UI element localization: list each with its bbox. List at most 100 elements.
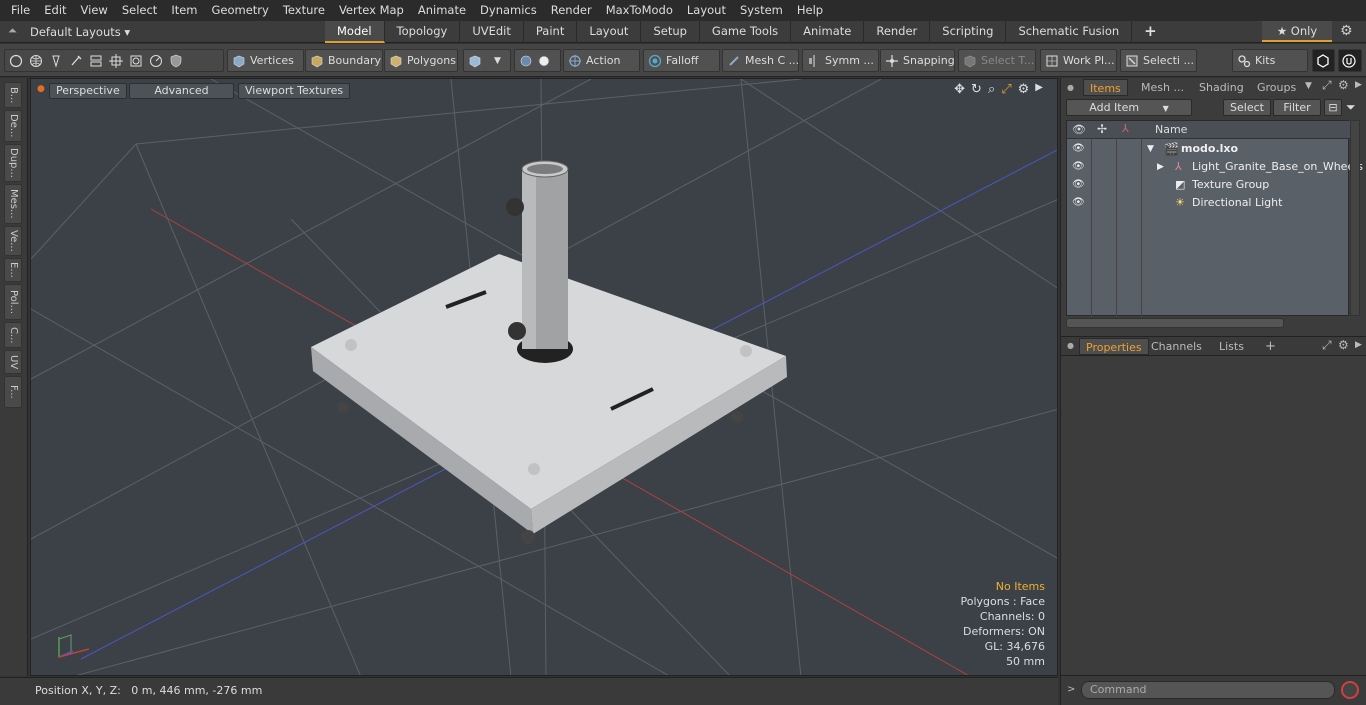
tab-items[interactable]: Items — [1083, 79, 1128, 96]
panel-expand-icon[interactable]: ⤢ — [1322, 78, 1332, 93]
action-center-button[interactable]: Action — [563, 49, 640, 72]
zoom-view-icon[interactable]: ⌕ — [988, 82, 995, 97]
tab-topology[interactable]: Topology — [385, 21, 461, 43]
only-toggle[interactable]: ★ Only — [1262, 21, 1332, 42]
selection-sets-button[interactable]: Selecti ... — [1120, 49, 1197, 72]
panel-expand-icon[interactable]: ⤢ — [1322, 338, 1332, 353]
list-item[interactable]: 👁 ☀ Directional Light — [1067, 194, 1350, 212]
menu-animate[interactable]: Animate — [411, 0, 473, 21]
tab-mesh[interactable]: Mesh ... — [1135, 79, 1190, 96]
menu-select[interactable]: Select — [115, 0, 164, 21]
tab-scripting[interactable]: Scripting — [930, 21, 1007, 43]
select-button[interactable]: Select — [1223, 99, 1271, 116]
tab-game-tools[interactable]: Game Tools — [700, 21, 792, 43]
panel-settings-icon[interactable]: ⚙ — [1338, 338, 1349, 352]
tab-uvedit[interactable]: UVEdit — [460, 21, 524, 43]
tab-lists[interactable]: Lists — [1213, 338, 1250, 355]
rotate-view-icon[interactable]: ↻ — [971, 82, 982, 97]
vtab-basic[interactable]: B... — [4, 82, 22, 108]
vtab-uv[interactable]: UV — [4, 350, 22, 374]
vertices-button[interactable]: Vertices — [227, 49, 304, 72]
select-through-button[interactable]: Select T... — [958, 49, 1036, 72]
boundary-button[interactable]: Boundary — [305, 49, 383, 72]
record-icon[interactable] — [1341, 681, 1359, 699]
item-mode-dropdown[interactable]: ▼ — [463, 49, 511, 72]
eye-icon[interactable]: 👁 — [1072, 194, 1085, 212]
vtab-deform[interactable]: De... — [4, 110, 22, 142]
menu-item[interactable]: Item — [164, 0, 204, 21]
vtab-polygon[interactable]: Pol... — [4, 284, 22, 320]
item-list-scrollbar[interactable] — [1066, 318, 1284, 328]
gear-icon[interactable]: ⚙ — [1340, 23, 1353, 39]
panel-settings-icon[interactable]: ⚙ — [1338, 78, 1349, 92]
menu-edit[interactable]: Edit — [37, 0, 73, 21]
vtab-duplicate[interactable]: Dup... — [4, 144, 22, 182]
tab-groups[interactable]: Groups — [1251, 79, 1302, 96]
menu-texture[interactable]: Texture — [276, 0, 332, 21]
element-icon[interactable] — [129, 54, 143, 68]
tab-layout[interactable]: Layout — [577, 21, 642, 43]
viewport-settings-icon[interactable]: ⚙ — [1018, 82, 1030, 97]
snapping-button[interactable]: Snapping — [880, 49, 955, 72]
list-item[interactable]: 👁 ◩ Texture Group — [1067, 176, 1350, 194]
panel-menu-arrow-icon[interactable]: ▶ — [1355, 340, 1362, 350]
menu-dynamics[interactable]: Dynamics — [473, 0, 544, 21]
vtab-fusion[interactable]: F... — [4, 376, 22, 408]
tab-paint[interactable]: Paint — [524, 21, 578, 43]
unreal-button[interactable] — [1338, 49, 1362, 72]
menu-vertex-map[interactable]: Vertex Map — [332, 0, 411, 21]
shield-icon[interactable] — [169, 54, 183, 68]
move-view-icon[interactable]: ✥ — [954, 82, 965, 97]
tab-model[interactable]: Model — [325, 21, 385, 43]
menu-maxtomodo[interactable]: MaxToModo — [599, 0, 680, 21]
maximize-view-icon[interactable]: ⤢ — [1001, 82, 1011, 97]
expand-arrow-icon[interactable]: ▼ — [1147, 140, 1154, 158]
kits-button[interactable]: Kits — [1232, 49, 1308, 72]
polygons-button[interactable]: Polygons — [384, 49, 458, 72]
falloff-button[interactable]: Falloff — [643, 49, 720, 72]
viewport-textures-button[interactable]: Viewport Textures — [238, 83, 351, 99]
mesh-constraint-button[interactable]: Mesh C ... — [722, 49, 799, 72]
eye-icon[interactable]: 👁 — [1072, 140, 1085, 158]
advanced-button[interactable]: Advanced — [129, 83, 234, 99]
menu-layout[interactable]: Layout — [680, 0, 733, 21]
center-icon[interactable] — [109, 53, 123, 68]
unity-button[interactable] — [1312, 49, 1335, 72]
sphere-shield-icon-alt[interactable] — [537, 54, 551, 68]
eye-icon[interactable]: 👁 — [1072, 158, 1085, 176]
layout-arrow-icon[interactable]: ⏶ — [8, 24, 17, 38]
tab-shading[interactable]: Shading — [1193, 79, 1250, 96]
collapse-button[interactable]: ⊟ — [1324, 99, 1342, 116]
tab-schematic-fusion[interactable]: Schematic Fusion — [1006, 21, 1133, 43]
item-list-vscroll[interactable] — [1350, 120, 1360, 316]
tab-animate[interactable]: Animate — [791, 21, 865, 43]
filter-button[interactable]: Filter — [1273, 99, 1321, 116]
list-item[interactable]: 👁 ▼ 🎬 modo.lxo — [1067, 140, 1350, 158]
add-item-button[interactable]: Add Item ▼ — [1066, 99, 1192, 116]
sphere-shield-icon[interactable] — [519, 54, 533, 68]
menu-view[interactable]: View — [74, 0, 115, 21]
menu-system[interactable]: System — [733, 0, 790, 21]
menu-render[interactable]: Render — [544, 0, 599, 21]
panel-menu-arrow-icon[interactable]: ▶ — [1355, 80, 1362, 90]
tab-channels[interactable]: Channels — [1145, 338, 1208, 355]
viewport-menu-arrow-icon[interactable]: ▶ — [1035, 82, 1043, 97]
vtab-edge[interactable]: E... — [4, 258, 22, 282]
circle-select-icon[interactable] — [9, 54, 23, 68]
funnel-icon[interactable]: ⏷ — [1346, 100, 1356, 115]
tab-properties[interactable]: Properties — [1079, 338, 1149, 355]
vtab-mesh-edit[interactable]: Mes... — [4, 184, 22, 224]
brush-icon[interactable] — [69, 54, 83, 68]
tab-render[interactable]: Render — [864, 21, 931, 43]
expand-arrow-icon[interactable]: ▶ — [1157, 158, 1164, 176]
tab-setup[interactable]: Setup — [641, 21, 700, 43]
menu-help[interactable]: Help — [790, 0, 830, 21]
globe-icon[interactable] — [29, 54, 43, 68]
pen-icon[interactable] — [49, 54, 63, 68]
work-plane-button[interactable]: Work Pl... — [1040, 49, 1117, 72]
3d-viewport[interactable]: ● Perspective Advanced Viewport Textures… — [30, 78, 1058, 676]
menu-file[interactable]: File — [4, 0, 37, 21]
panel-tab-dropdown-icon[interactable]: ▼ — [1305, 81, 1312, 91]
pie-icon[interactable] — [149, 54, 163, 68]
eye-icon[interactable]: 👁 — [1072, 176, 1085, 194]
